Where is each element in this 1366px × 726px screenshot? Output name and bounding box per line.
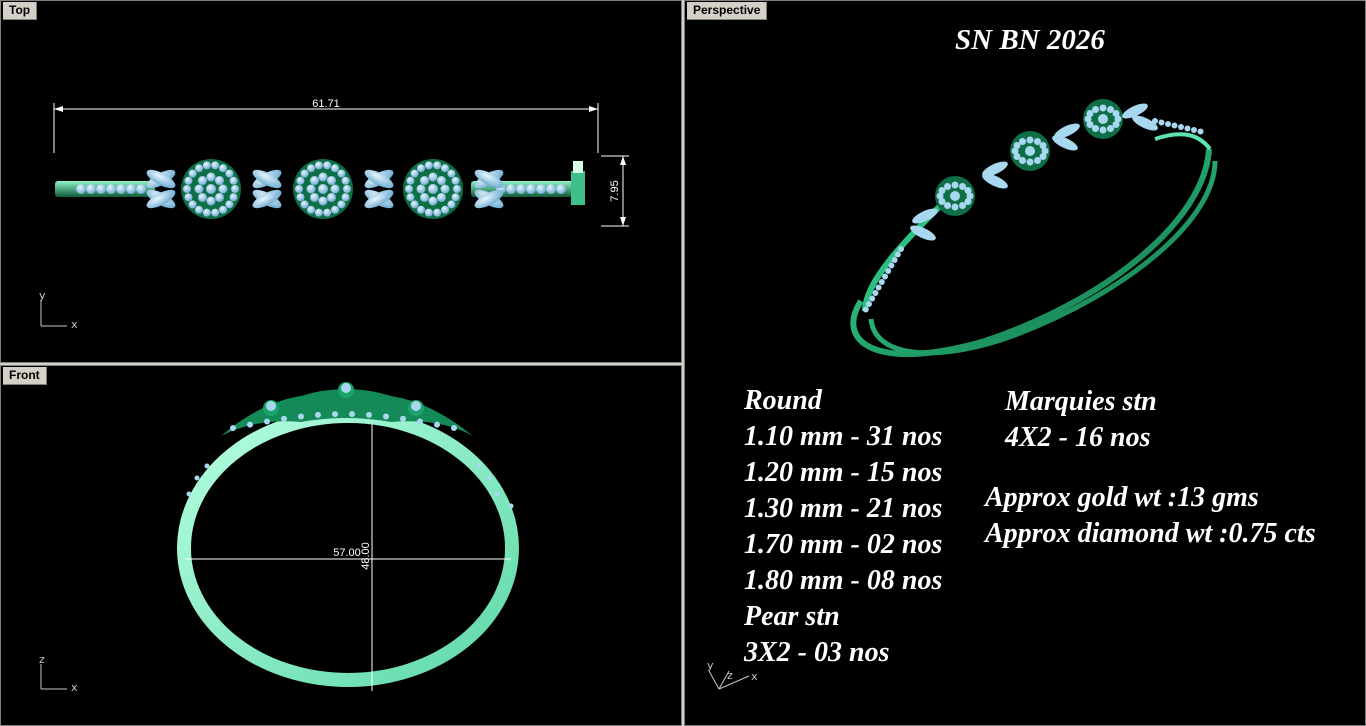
viewport-front[interactable]: Front 57.00 48.00 z x: [0, 365, 682, 726]
axis-label-x: x: [71, 681, 78, 694]
spec-pear-line: 3X2 - 03 nos: [744, 637, 890, 668]
spec-diamond-weight: Approx diamond wt :0.75 cts: [985, 518, 1316, 549]
axis-label-y: y: [707, 659, 714, 672]
viewport-perspective-label[interactable]: Perspective: [687, 2, 768, 20]
spec-round-line-4: 1.70 mm - 02 nos: [744, 529, 943, 560]
spec-marquise-line: 4X2 - 16 nos: [1005, 422, 1151, 453]
viewport-top-label[interactable]: Top: [3, 2, 38, 20]
spec-round-line-5: 1.80 mm - 08 nos: [744, 565, 943, 596]
spec-round: Round 1.10 mm - 31 nos 1.20 mm - 15 nos …: [744, 383, 942, 671]
spec-round-line-1: 1.10 mm - 31 nos: [744, 421, 943, 452]
dimension-front-width: 57.00: [333, 547, 361, 559]
spec-marquise: Marquies stn 4X2 - 16 nos: [1005, 384, 1157, 456]
dimension-width: 7.95: [601, 155, 629, 227]
dimension-width-value: 7.95: [609, 180, 621, 201]
spec-round-line-3: 1.30 mm - 21 nos: [744, 493, 943, 524]
spec-marquise-heading: Marquies stn: [1005, 386, 1157, 417]
dimension-front-height: 48.00: [360, 542, 372, 570]
dimension-length: 61.71: [53, 98, 599, 153]
perspective-stones: [862, 99, 1204, 313]
axis-indicator-front: z x: [39, 653, 78, 694]
viewport-top[interactable]: Top 61.71 7.95 y x: [0, 0, 682, 363]
spec-round-heading: Round: [744, 385, 822, 416]
axis-label-z: z: [39, 653, 45, 666]
axis-label-z: z: [727, 669, 733, 682]
axis-indicator-top: y x: [39, 289, 78, 331]
design-code: SN BN 2026: [955, 24, 1105, 56]
top-view-drawing: 61.71 7.95 y x: [39, 98, 629, 331]
spec-weights: Approx gold wt :13 gms Approx diamond wt…: [985, 480, 1316, 552]
viewport-front-label[interactable]: Front: [3, 367, 47, 385]
spec-pear-heading: Pear stn: [744, 601, 840, 632]
front-view-drawing: 57.00 48.00 z x: [39, 382, 519, 694]
axis-label-x: x: [71, 318, 78, 331]
spec-round-line-2: 1.20 mm - 15 nos: [744, 457, 943, 488]
dimension-length-value: 61.71: [312, 98, 340, 110]
axis-label-y: y: [39, 289, 46, 302]
axis-label-x: x: [751, 670, 758, 683]
spec-gold-weight: Approx gold wt :13 gms: [985, 482, 1259, 513]
